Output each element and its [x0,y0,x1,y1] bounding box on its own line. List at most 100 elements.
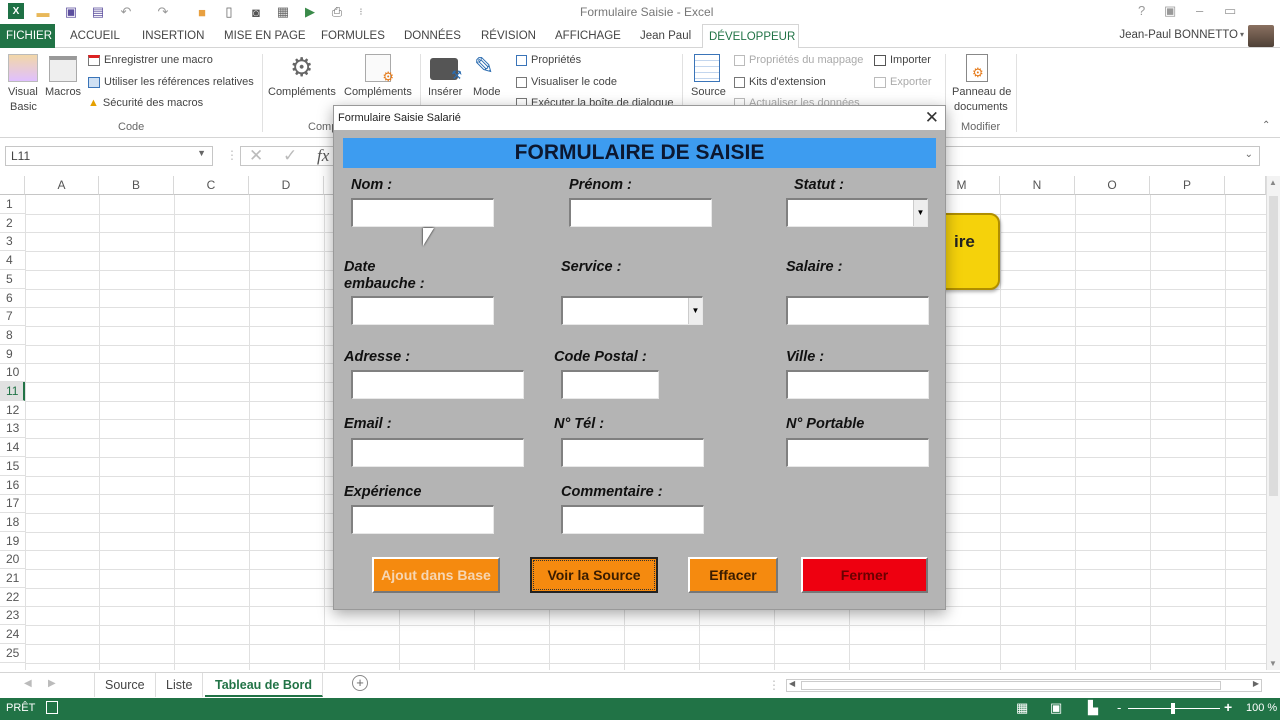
user-dropdown-icon[interactable]: ▾ [1240,30,1244,39]
visual-basic-button[interactable]: Visual [8,86,38,98]
statut-dropdown-icon[interactable]: ▼ [913,200,927,226]
zoom-out-button[interactable]: - [1117,700,1121,715]
column-header[interactable]: P [1150,176,1225,195]
row-header[interactable]: 22 [0,588,25,607]
row-header[interactable]: 5 [0,270,25,289]
adresse-field[interactable] [351,370,524,399]
statut-combobox[interactable]: ▼ [786,198,928,227]
row-header[interactable]: 16 [0,476,25,495]
sheet-tab-liste[interactable]: Liste [156,673,204,697]
run-macro-icon[interactable]: ▶ [301,3,319,21]
tab-mise-en-page[interactable]: MISE EN PAGE [218,24,312,48]
tab-accueil[interactable]: ACCUEIL [64,24,126,48]
row-header[interactable]: 7 [0,307,25,327]
export-button[interactable]: Exporter [890,76,932,88]
macros-button[interactable]: Macros [45,86,81,98]
document-panel-button[interactable]: Panneau de [952,86,1011,98]
salaire-input[interactable] [788,298,928,324]
name-box[interactable]: L11 ▼ [5,146,213,166]
commentaire-input[interactable] [563,507,703,533]
vertical-scrollbar[interactable]: ▲ ▼ [1266,176,1280,670]
zoom-in-button[interactable]: + [1224,699,1232,715]
form-icon[interactable]: ■ [193,3,211,21]
select-all-corner[interactable] [0,176,25,195]
print-preview-icon[interactable]: ⎙ [328,3,346,21]
row-header[interactable]: 13 [0,419,25,439]
horizontal-scrollbar[interactable]: ◀ ▶ [786,679,1262,692]
customize-qa-icon[interactable]: ⁝ [352,3,370,21]
next-sheet-icon[interactable]: ▶ [48,678,56,689]
ville-input[interactable] [788,372,928,398]
collapse-ribbon-icon[interactable]: ⌃ [1262,120,1270,131]
tab-donnees[interactable]: DONNÉES [398,24,467,48]
prenom-input[interactable] [571,200,711,226]
row-header[interactable]: 20 [0,550,25,570]
adresse-input[interactable] [353,372,523,398]
row-header[interactable]: 17 [0,494,25,514]
nom-input[interactable] [353,200,493,226]
insert-function-icon[interactable]: fx [317,146,329,166]
avatar[interactable] [1248,25,1274,47]
complements-button[interactable]: Compléments [268,86,336,98]
map-properties-button[interactable]: Propriétés du mappage [749,54,863,66]
clear-button[interactable]: Effacer [688,557,778,593]
row-header[interactable]: 25 [0,644,25,663]
row-header[interactable]: 15 [0,457,25,476]
tab-formules[interactable]: FORMULES [315,24,391,48]
com-complements-button[interactable]: Compléments [344,86,412,98]
experience-input[interactable] [353,507,493,533]
row-header[interactable]: 10 [0,363,25,383]
tab-jean-paul[interactable]: Jean Paul [634,24,697,48]
service-dropdown-icon[interactable]: ▼ [688,298,702,324]
dialog-title-bar[interactable]: Formulaire Saisie Salarié ✕ [334,106,945,130]
column-header[interactable]: O [1075,176,1150,195]
excel-logo-icon[interactable]: X [8,3,24,19]
help-icon[interactable]: ? [1138,3,1145,18]
confirm-formula-icon[interactable]: ✓ [283,146,297,166]
relative-refs-button[interactable]: Utiliser les références relatives [104,76,254,88]
ribbon-display-icon[interactable]: ▣ [1164,3,1176,19]
nom-field[interactable] [351,198,494,227]
row-header[interactable]: 12 [0,401,25,420]
user-name[interactable]: Jean-Paul BONNETTO [1119,29,1238,41]
record-macro-button[interactable]: Enregistrer une macro [104,54,213,66]
column-header[interactable]: C [174,176,249,195]
macros-icon[interactable] [49,56,77,82]
add-sheet-icon[interactable]: + [352,675,368,691]
page-break-view-icon[interactable]: ▙ [1088,700,1098,716]
date-embauche-field[interactable] [351,296,494,325]
tab-developpeur[interactable]: DÉVELOPPEUR [702,24,799,49]
save-icon[interactable]: ▣ [62,3,80,21]
service-input[interactable] [563,298,702,324]
source-button[interactable]: Source [691,86,726,98]
scroll-left-icon[interactable]: ◀ [789,679,795,688]
email-field[interactable] [351,438,524,467]
sheet-tab-source[interactable]: Source [94,673,156,697]
row-header[interactable]: 19 [0,532,25,551]
column-header[interactable]: A [25,176,99,195]
column-header[interactable]: B [99,176,174,195]
view-code-button[interactable]: Visualiser le code [531,76,617,88]
close-form-button[interactable]: Fermer [801,557,928,593]
expand-formula-bar-icon[interactable]: ⌄ [1245,149,1253,160]
scroll-down-icon[interactable]: ▼ [1269,659,1277,668]
visual-basic-icon[interactable] [8,54,38,82]
tab-insertion[interactable]: INSERTION [136,24,210,48]
cancel-formula-icon[interactable]: ✕ [249,146,263,166]
row-header[interactable]: 4 [0,251,25,271]
horizontal-scroll-thumb[interactable] [801,681,1221,690]
service-combobox[interactable]: ▼ [561,296,703,325]
row-header[interactable]: 23 [0,606,25,626]
scroll-thumb[interactable] [1269,196,1278,496]
row-header[interactable]: 18 [0,513,25,532]
maximize-icon[interactable]: ▭ ✕ [1224,3,1236,19]
minimize-icon[interactable]: – [1196,3,1203,18]
tab-fichier[interactable]: FICHIER [0,24,55,48]
row-header[interactable]: 6 [0,289,25,308]
portable-field[interactable] [786,438,929,467]
salaire-field[interactable] [786,296,929,325]
new-document-icon[interactable]: ▯ [220,3,238,21]
scroll-up-icon[interactable]: ▲ [1269,178,1277,187]
column-header[interactable]: D [249,176,324,195]
name-box-dropdown-icon[interactable]: ▼ [197,148,206,158]
